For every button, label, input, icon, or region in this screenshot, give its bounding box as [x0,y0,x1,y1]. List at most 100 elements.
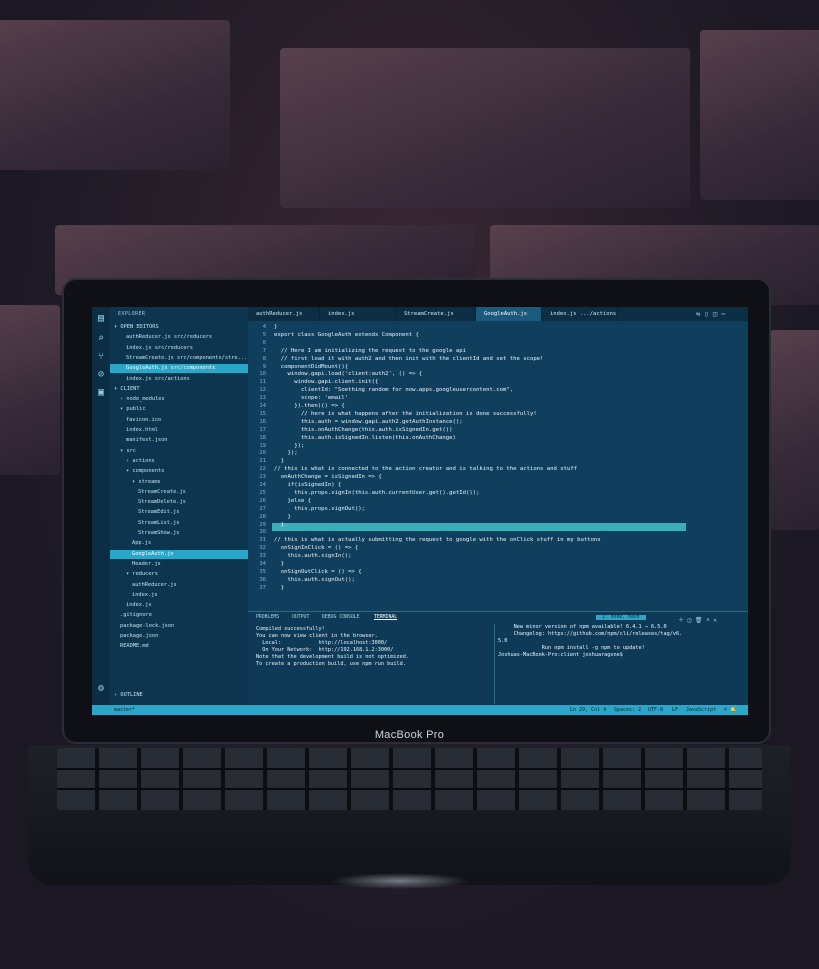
line-number: 23 [259,474,266,481]
sidebar-item-label: StreamCreate.js [138,488,186,495]
sidebar-item[interactable]: App.js [110,539,270,548]
outline-section[interactable]: › OUTLINE [110,691,252,700]
language-mode[interactable]: JavaScript [686,705,716,715]
sidebar-item-label: ▾ OPEN EDITORS [114,324,159,330]
code-line[interactable]: export class GoogleAuth extends Componen… [274,331,419,339]
sidebar-item[interactable]: ▾ src• [110,447,258,456]
sidebar-item[interactable]: index.js src/actions [110,375,264,384]
code-line[interactable]: onSignOutClick = () => { [274,568,362,576]
line-number: 25 [259,489,266,496]
panel-action-icons[interactable]: ＋ ◫ 🗑 ˄ ✕ [678,615,717,624]
sidebar-item[interactable]: ▾ streams [110,478,270,487]
sidebar-item[interactable]: index.html [110,426,264,435]
code-line[interactable]: this.auth.isSignedIn.listen(this.onAuthC… [274,434,456,442]
tab-terminal[interactable]: TERMINAL [374,615,397,620]
laptop-screen: ▤ ⌕ ⑂ ⊘ ▣ ⚙ EXPLORER ▾ OPEN EDITORS authR… [92,307,748,715]
shell-select[interactable]: 1: node, bash [596,615,646,620]
code-line[interactable]: }else { [274,497,311,505]
code-line[interactable]: this.auth.signOut(); [274,576,354,584]
extensions-icon[interactable]: ▣ [95,387,107,399]
notification-icons[interactable]: ☺ 🔔 [724,705,736,715]
editor-actions-icons[interactable]: ⇆ ▯ ◫ ⋯ [688,307,748,321]
sidebar-item[interactable]: authReducer.js [110,581,270,590]
source-control-icon[interactable]: ⑂ [95,351,107,363]
sidebar-item[interactable]: authReducer.js src/reducers [110,333,264,342]
code-line[interactable]: } [274,323,277,331]
sidebar-item[interactable]: ▾ components• [110,467,264,476]
code-line[interactable]: } [274,513,290,521]
search-icon[interactable]: ⌕ [95,333,107,345]
sidebar-item[interactable]: Header.js [110,560,270,569]
explorer-sidebar: EXPLORER ▾ OPEN EDITORS authReducer.js sr… [110,307,270,705]
sidebar-item[interactable]: package-lock.json [110,622,258,631]
code-line[interactable]: this.auth = window.gapi.auth2.getAuthIns… [274,418,463,426]
sidebar-item[interactable]: manifest.json [110,436,264,445]
sidebar-item[interactable]: ▾ public [110,405,258,414]
sidebar-item[interactable]: README.md [110,642,258,651]
sidebar-item[interactable]: StreamCreate.js src/components/stre... [110,354,264,363]
sidebar-item[interactable]: GoogleAuth.js2 [110,549,270,559]
files-icon[interactable]: ▤ [95,313,107,325]
code-line[interactable]: // first load it with auth2 and then ini… [274,355,544,363]
sidebar-item[interactable]: favicon.ico [110,416,264,425]
sidebar-item[interactable]: index.js [110,591,270,600]
code-line[interactable]: }).then(() => { [274,402,345,410]
sidebar-item[interactable]: › node_modules [110,395,258,404]
code-line[interactable]: }); [274,442,304,450]
terminal-left[interactable]: Compiled successfully! You can now view c… [256,626,409,668]
code-editor[interactable]: 4 5 6 7 8 9 10 11 12 13 14 15 16 17 18 19 20 21 22 23 24 25 26… [248,321,748,611]
sidebar-item-label: index.js [126,602,152,609]
code-line[interactable]: scope: 'email' [274,394,348,402]
code-line[interactable]: window.gapi.load('client:auth2', () => { [274,370,422,378]
line-number: 15 [259,410,266,417]
branch-indicator[interactable]: master* [114,705,135,715]
tab-output[interactable]: OUTPUT [292,615,309,620]
code-line[interactable]: this.props.signIn(this.auth.currentUser.… [274,489,479,497]
terminal-right[interactable]: New minor version of npm available! 6.4.… [498,624,682,659]
code-line[interactable]: } [274,560,284,568]
code-line[interactable]: // this is what is actually submitting t… [274,536,601,544]
code-line[interactable]: this.auth.signIn(); [274,552,351,560]
sidebar-item[interactable]: ▾ reducers [110,570,264,579]
sidebar-item[interactable]: GoogleAuth.js src/components2 [110,364,264,374]
code-line[interactable]: this.onAuthChange(this.auth.isSignedIn.g… [274,426,453,434]
code-line[interactable]: // Here I am initializing the request to… [274,347,466,355]
sidebar-item-label: ▾ reducers [126,571,158,578]
code-line[interactable]: // this is what is connected to the acti… [274,465,577,473]
indentation[interactable]: Spaces: 2 [614,705,641,715]
code-line[interactable]: } [274,521,284,529]
code-line[interactable]: }); [274,449,297,457]
code-line[interactable]: onAuthChange = isSignedIn => { [274,473,382,481]
sidebar-item-label: manifest.json [126,437,168,444]
tab-authreducer[interactable]: authReducer.js [248,307,320,321]
code-line[interactable]: this.props.signOut(); [274,505,365,513]
sidebar-item[interactable]: package.json [110,632,258,641]
tab-debug-console[interactable]: DEBUG CONSOLE [322,615,360,620]
code-line[interactable]: onSignInClick = () => { [274,544,358,552]
sidebar-item-label: index.js [132,591,158,598]
code-line[interactable]: } [274,457,284,465]
tab-streamcreate[interactable]: StreamCreate.js [396,307,476,321]
code-line[interactable]: componentDidMount(){ [274,363,348,371]
sidebar-item[interactable]: index.js [110,601,264,610]
tab-googleauth[interactable]: GoogleAuth.js [476,307,542,321]
code-line[interactable]: if(isSignedIn) { [274,481,341,489]
code-line[interactable]: clientId: "Soething random for now.apps.… [274,386,513,394]
sidebar-item[interactable]: index.js src/reducers [110,344,264,353]
code-line[interactable]: window.gapi.client.init({ [274,378,378,386]
line-ending[interactable]: LF [672,705,678,715]
sidebar-item[interactable]: › actions [110,457,264,466]
debug-icon[interactable]: ⊘ [95,369,107,381]
sidebar-item[interactable]: ▾ OPEN EDITORS [110,323,252,332]
tab-index-reducers[interactable]: index.js .../reducers [320,307,396,331]
sidebar-item[interactable]: .gitignore [110,611,258,620]
code-line[interactable]: } [274,584,284,592]
encoding[interactable]: UTF-8 [648,705,663,715]
cursor-position[interactable]: Ln 29, Col 4 [570,705,606,715]
tab-problems[interactable]: PROBLEMS [256,615,279,620]
code-area[interactable]: } export class GoogleAuth extends Compone… [274,321,714,611]
sidebar-item[interactable]: ▾ CLIENT [110,385,252,394]
code-line[interactable]: // here is what happens after the initia… [274,410,537,418]
tab-index-actions[interactable]: index.js .../actions [542,307,618,321]
gear-icon[interactable]: ⚙ [95,683,107,695]
